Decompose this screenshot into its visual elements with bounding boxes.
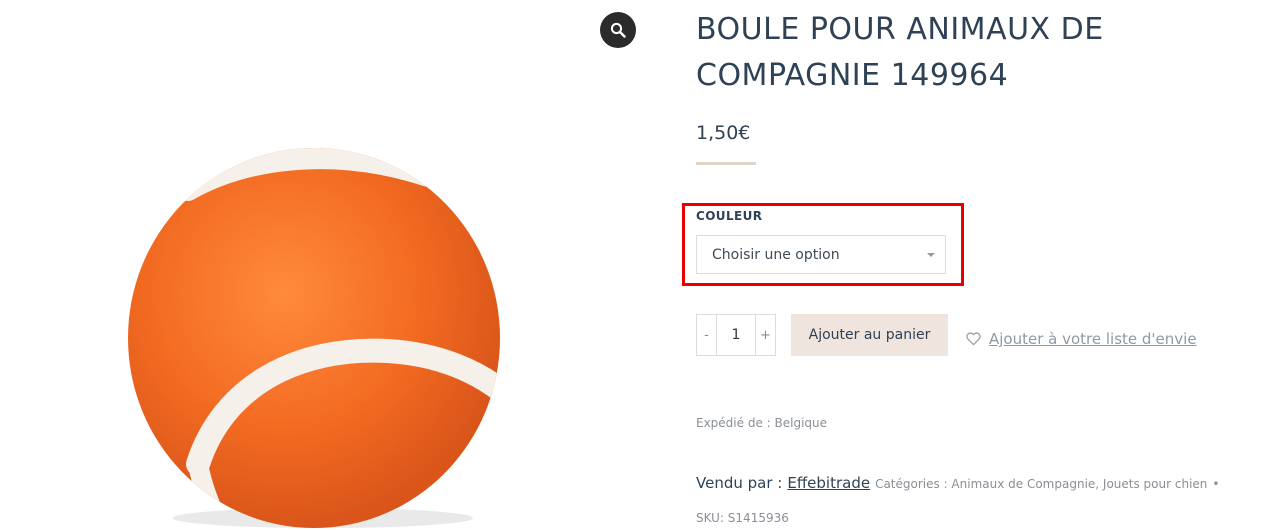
product-image[interactable] bbox=[128, 146, 508, 530]
wishlist-label: Ajouter à votre liste d'envie bbox=[989, 330, 1197, 348]
product-title-line2: COMPAGNIE 149964 bbox=[696, 58, 1009, 93]
quantity-input[interactable]: 1 bbox=[717, 315, 755, 355]
vendor-link[interactable]: Effebitrade bbox=[787, 474, 870, 492]
categories-text: Catégories : Animaux de Compagnie, Jouet… bbox=[875, 477, 1208, 491]
meta-separator: • bbox=[1212, 477, 1220, 491]
wishlist-link[interactable]: Ajouter à votre liste d'envie bbox=[966, 330, 1197, 348]
color-select[interactable]: Choisir une option bbox=[696, 235, 946, 274]
variation-label: COULEUR bbox=[696, 209, 763, 223]
zoom-button[interactable] bbox=[600, 12, 636, 48]
quantity-increase-button[interactable]: + bbox=[755, 315, 775, 355]
chevron-down-icon bbox=[927, 253, 935, 257]
shipped-from: Expédié de : Belgique bbox=[696, 416, 828, 430]
quantity-decrease-button[interactable]: - bbox=[697, 315, 717, 355]
product-title: BOULE POUR ANIMAUX DE COMPAGNIE 149964 bbox=[696, 7, 1216, 99]
color-select-value: Choisir une option bbox=[712, 246, 840, 263]
heart-icon bbox=[966, 332, 981, 346]
search-icon bbox=[610, 22, 626, 38]
product-gallery bbox=[0, 0, 650, 530]
sold-by-label: Vendu par : bbox=[696, 474, 783, 492]
price-divider bbox=[696, 162, 756, 165]
product-title-line1: BOULE POUR ANIMAUX DE bbox=[696, 12, 1104, 47]
product-sku: SKU: S1415936 bbox=[696, 511, 789, 525]
product-price: 1,50€ bbox=[696, 122, 751, 144]
quantity-stepper: - 1 + bbox=[696, 314, 776, 356]
add-to-cart-button[interactable]: Ajouter au panier bbox=[791, 314, 948, 356]
vendor-line: Vendu par : Effebitrade Catégories : Ani… bbox=[696, 474, 1219, 492]
